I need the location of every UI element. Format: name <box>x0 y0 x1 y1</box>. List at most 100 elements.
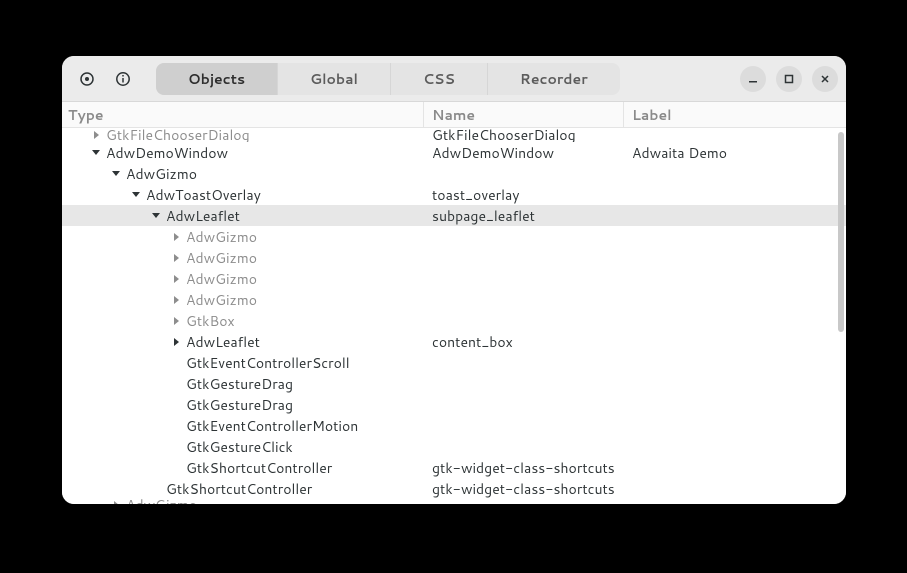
chevron-right-icon[interactable] <box>168 292 184 308</box>
tree-row[interactable]: GtkFileChooserDialogGtkFileChooserDialog <box>62 128 846 142</box>
cell-type: AdwDemoWindow <box>62 142 424 163</box>
cell-label <box>624 163 846 184</box>
cell-label <box>624 457 846 478</box>
tree-row[interactable]: AdwToastOverlaytoast_overlay <box>62 184 846 205</box>
target-picker-button[interactable] <box>70 62 104 96</box>
chevron-right-icon[interactable] <box>168 229 184 245</box>
cell-label <box>624 478 846 499</box>
target-icon <box>79 71 95 87</box>
type-text: GtkEventControllerScroll <box>186 353 350 373</box>
chevron-down-icon[interactable] <box>128 187 144 203</box>
chevron-right-icon[interactable] <box>168 271 184 287</box>
cell-type: GtkShortcutController <box>62 478 424 499</box>
chevron-right-icon[interactable] <box>168 334 184 350</box>
info-button[interactable] <box>106 62 140 96</box>
type-text: GtkShortcutController <box>166 479 312 499</box>
cell-name <box>424 352 624 373</box>
cell-label <box>624 128 846 141</box>
cell-name: gtk-widget-class-shortcuts <box>424 478 624 499</box>
cell-name <box>424 226 624 247</box>
close-icon <box>820 74 830 84</box>
cell-label <box>624 331 846 352</box>
cell-type: GtkEventControllerMotion <box>62 415 424 436</box>
chevron-right-icon[interactable] <box>88 128 104 142</box>
tree-row[interactable]: AdwGizmo <box>62 499 846 504</box>
column-header-type[interactable]: Type <box>62 102 424 127</box>
tree-row[interactable]: GtkGestureClick <box>62 436 846 457</box>
type-text: AdwGizmo <box>126 164 197 184</box>
tree-row[interactable]: GtkShortcutController gtk-widget-class-sh… <box>62 478 846 499</box>
object-tree[interactable]: GtkFileChooserDialogGtkFileChooserDialog… <box>62 128 846 504</box>
tree-row[interactable]: AdwGizmo <box>62 289 846 310</box>
cell-name <box>424 163 624 184</box>
tree-row[interactable]: AdwGizmo <box>62 226 846 247</box>
cell-label <box>624 436 846 457</box>
cell-name <box>424 289 624 310</box>
tree-row[interactable]: GtkBox <box>62 310 846 331</box>
chevron-right-icon[interactable] <box>108 499 124 504</box>
chevron-right-icon[interactable] <box>168 250 184 266</box>
type-text: GtkEventControllerMotion <box>186 416 358 436</box>
type-text: AdwLeaflet <box>166 206 240 226</box>
cell-name <box>424 436 624 457</box>
type-text: AdwGizmo <box>186 269 257 289</box>
cell-type: AdwGizmo <box>62 226 424 247</box>
column-header-label[interactable]: Label <box>624 102 846 127</box>
cell-name <box>424 268 624 289</box>
cell-type: AdwGizmo <box>62 247 424 268</box>
cell-type: AdwGizmo <box>62 499 424 504</box>
scrollbar-vertical[interactable] <box>838 132 844 332</box>
minimize-button[interactable] <box>740 66 766 92</box>
cell-type: GtkEventControllerScroll <box>62 352 424 373</box>
tree-row[interactable]: GtkEventControllerMotion <box>62 415 846 436</box>
headerbar-left <box>70 62 140 96</box>
expander-placeholder <box>168 376 184 392</box>
tree-row[interactable]: AdwLeafletsubpage_leaflet <box>62 205 846 226</box>
tab-global[interactable]: Global <box>278 63 391 95</box>
cell-type: GtkGestureDrag <box>62 373 424 394</box>
type-text: GtkGestureDrag <box>186 374 293 394</box>
close-button[interactable] <box>812 66 838 92</box>
chevron-down-icon[interactable] <box>108 166 124 182</box>
cell-label <box>624 289 846 310</box>
tree-row[interactable]: AdwDemoWindowAdwDemoWindowAdwaita Demo <box>62 142 846 163</box>
tree-row[interactable]: GtkEventControllerScroll <box>62 352 846 373</box>
chevron-right-icon[interactable] <box>168 313 184 329</box>
type-text: AdwGizmo <box>186 227 257 247</box>
tree-row[interactable]: GtkGestureDrag <box>62 394 846 415</box>
expander-placeholder <box>168 439 184 455</box>
view-switcher: Objects Global CSS Recorder <box>156 63 620 95</box>
cell-label: Adwaita Demo <box>624 142 846 163</box>
cell-name: AdwDemoWindow <box>424 142 624 163</box>
maximize-icon <box>784 74 794 84</box>
maximize-button[interactable] <box>776 66 802 92</box>
type-text: GtkGestureClick <box>186 437 293 457</box>
tree-row[interactable]: GtkGestureDrag <box>62 373 846 394</box>
cell-name <box>424 373 624 394</box>
cell-type: AdwGizmo <box>62 268 424 289</box>
expander-placeholder <box>168 460 184 476</box>
expander-placeholder <box>168 418 184 434</box>
type-text: AdwToastOverlay <box>146 185 261 205</box>
cell-label <box>624 394 846 415</box>
chevron-down-icon[interactable] <box>88 145 104 161</box>
column-header-name[interactable]: Name <box>424 102 624 127</box>
cell-label <box>624 352 846 373</box>
tree-row[interactable]: AdwGizmo <box>62 247 846 268</box>
tab-css[interactable]: CSS <box>391 63 488 95</box>
cell-label <box>624 268 846 289</box>
cell-label <box>624 415 846 436</box>
cell-type: AdwLeaflet <box>62 331 424 352</box>
chevron-down-icon[interactable] <box>148 208 164 224</box>
tab-recorder[interactable]: Recorder <box>488 63 620 95</box>
cell-type: GtkShortcutController <box>62 457 424 478</box>
tree-row[interactable]: AdwGizmo <box>62 268 846 289</box>
tree-row[interactable]: AdwGizmo <box>62 163 846 184</box>
type-text: GtkFileChooserDialog <box>106 128 250 142</box>
cell-type: GtkGestureClick <box>62 436 424 457</box>
tab-objects[interactable]: Objects <box>156 63 278 95</box>
type-text: AdwGizmo <box>126 499 197 504</box>
cell-type: AdwLeaflet <box>62 205 424 226</box>
tree-row[interactable]: AdwLeafletcontent_box <box>62 331 846 352</box>
tree-row[interactable]: GtkShortcutControllergtk-widget-class-sh… <box>62 457 846 478</box>
